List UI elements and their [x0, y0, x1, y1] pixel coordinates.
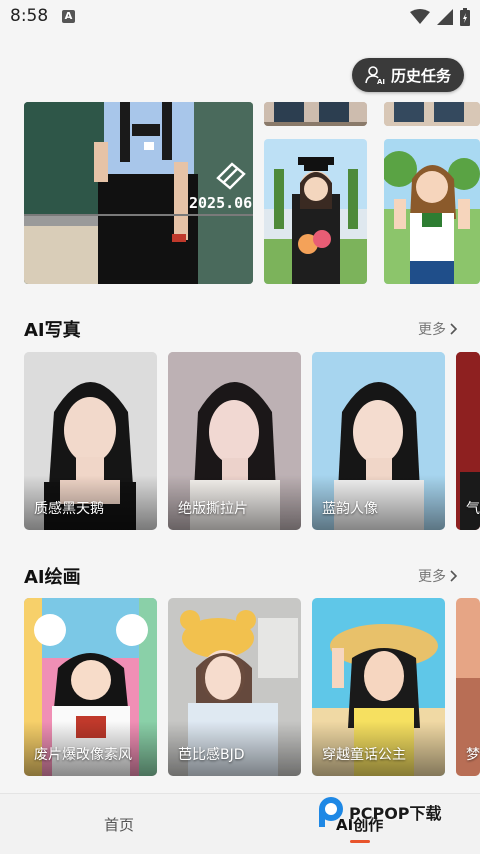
active-tab-indicator — [350, 840, 370, 843]
card-portrait-partial[interactable]: 气 — [456, 352, 480, 530]
card-label: 穿越童话公主 — [322, 747, 406, 763]
section-title-ai-portrait: AI写真 — [24, 320, 81, 341]
card-label: 蓝韵人像 — [322, 501, 378, 517]
card-label: 梦 — [466, 747, 480, 763]
tab-home[interactable]: 首页 — [104, 814, 134, 835]
cap-doodle-icon — [214, 160, 248, 194]
watermark-text: PCPOP下载 — [349, 804, 442, 823]
section-more-ai-painting[interactable]: 更多 — [418, 566, 458, 586]
card-label: 绝版撕拉片 — [178, 501, 248, 517]
hero-date-badge: 2025.06 — [189, 194, 253, 212]
card-label: 废片爆改像素风 — [34, 747, 132, 763]
card-painting-princess[interactable]: 穿越童话公主 — [312, 598, 445, 776]
watermark: PCPOP下载 — [316, 795, 442, 829]
card-portrait-polaroid[interactable]: 绝版撕拉片 — [168, 352, 301, 530]
card-label: 质感黑天鹅 — [34, 501, 104, 517]
thumb-graduation-girl[interactable] — [264, 139, 367, 284]
card-label: 气 — [466, 501, 480, 517]
notification-icon: A — [62, 10, 75, 23]
wifi-icon — [410, 9, 430, 24]
svg-text:AI: AI — [377, 78, 385, 85]
system-icons — [410, 7, 470, 27]
history-tasks-button[interactable]: AI 历史任务 — [352, 58, 464, 92]
thumb-top-right[interactable] — [384, 102, 480, 126]
card-label: 芭比感BJD — [178, 747, 245, 763]
card-portrait-blue[interactable]: 蓝韵人像 — [312, 352, 445, 530]
section-title-ai-painting: AI绘画 — [24, 567, 81, 588]
card-portrait-black-swan[interactable]: 质感黑天鹅 — [24, 352, 157, 530]
hero-banner-pixel-art[interactable]: 2025.06 — [24, 102, 253, 284]
more-label: 更多 — [418, 322, 446, 338]
chevron-right-icon — [450, 323, 458, 335]
status-bar: 8:58 A — [0, 0, 480, 34]
chevron-right-icon — [450, 570, 458, 582]
thumb-top-left[interactable] — [264, 102, 367, 126]
pcpop-logo-icon — [319, 797, 343, 827]
thumb-schoolgirl[interactable] — [384, 139, 480, 284]
signal-icon — [437, 9, 453, 25]
user-ai-icon: AI — [365, 66, 385, 85]
clock: 8:58 — [10, 6, 49, 26]
card-painting-pixel[interactable]: 废片爆改像素风 — [24, 598, 157, 776]
card-painting-bjd[interactable]: 芭比感BJD — [168, 598, 301, 776]
card-painting-partial[interactable]: 梦 — [456, 598, 480, 776]
battery-icon — [460, 8, 470, 26]
history-tasks-label: 历史任务 — [390, 66, 451, 85]
more-label: 更多 — [418, 569, 446, 585]
section-more-ai-portrait[interactable]: 更多 — [418, 319, 458, 339]
